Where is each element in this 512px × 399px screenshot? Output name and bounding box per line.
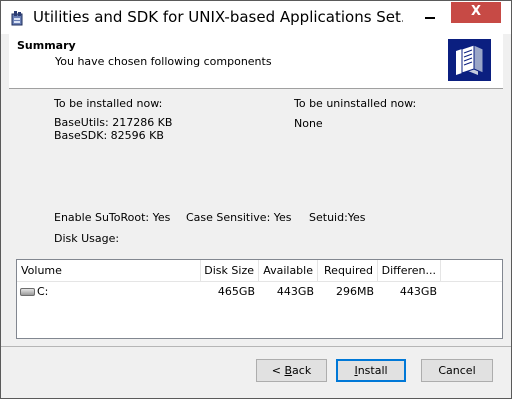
column-available[interactable]: Available [260,260,318,282]
window-title: Utilities and SDK for UNIX-based Applica… [33,8,403,26]
volume-list[interactable]: Volume Disk Size Available Required Diff… [16,259,503,339]
uninstall-heading: To be uninstalled now: [294,97,417,110]
cell-volume: C: [37,285,49,298]
install-rest: nstall [357,364,388,377]
installer-app-icon [11,11,23,26]
uninstall-value: None [294,117,323,130]
installer-window: Utilities and SDK for UNIX-based Applica… [0,0,512,399]
install-item-basesdk: BaseSDK: 82596 KB [54,129,164,142]
option-sutoroot: Enable SuToRoot: Yes [54,211,171,224]
server-logo-icon [448,39,491,81]
minimize-button[interactable] [419,5,441,25]
column-required[interactable]: Required [319,260,378,282]
install-heading: To be installed now: [54,97,163,110]
back-button[interactable]: < Back [256,359,327,382]
cell-required: 296MB [335,285,374,298]
page-title: Summary [17,39,76,52]
drive-icon [20,288,35,296]
column-disk-size[interactable]: Disk Size [202,260,259,282]
volume-list-header: Volume Disk Size Available Required Diff… [17,260,502,282]
install-item-baseutils: BaseUtils: 217286 KB [54,116,173,129]
header-panel: Summary You have chosen following compon… [9,34,503,89]
option-case-sensitive: Case Sensitive: Yes [186,211,292,224]
footer-divider [1,346,511,347]
column-difference[interactable]: Differen... [379,260,441,282]
cell-difference: 443GB [399,285,437,298]
column-volume[interactable]: Volume [21,260,201,282]
table-row[interactable]: C: 465GB 443GB 296MB 443GB [17,283,502,301]
back-hotkey: B [284,364,293,377]
cancel-button[interactable]: Cancel [421,359,493,382]
cell-disk-size: 465GB [217,285,255,298]
back-rest: ack [292,364,312,377]
cell-available: 443GB [276,285,314,298]
back-prefix: < [271,364,285,377]
close-button[interactable]: X [451,2,501,23]
option-setuid: Setuid:Yes [309,211,366,224]
page-subtitle: You have chosen following components [55,55,272,68]
install-button[interactable]: Install [336,359,406,382]
disk-usage-label: Disk Usage: [54,232,120,245]
title-bar[interactable]: Utilities and SDK for UNIX-based Applica… [1,1,511,34]
